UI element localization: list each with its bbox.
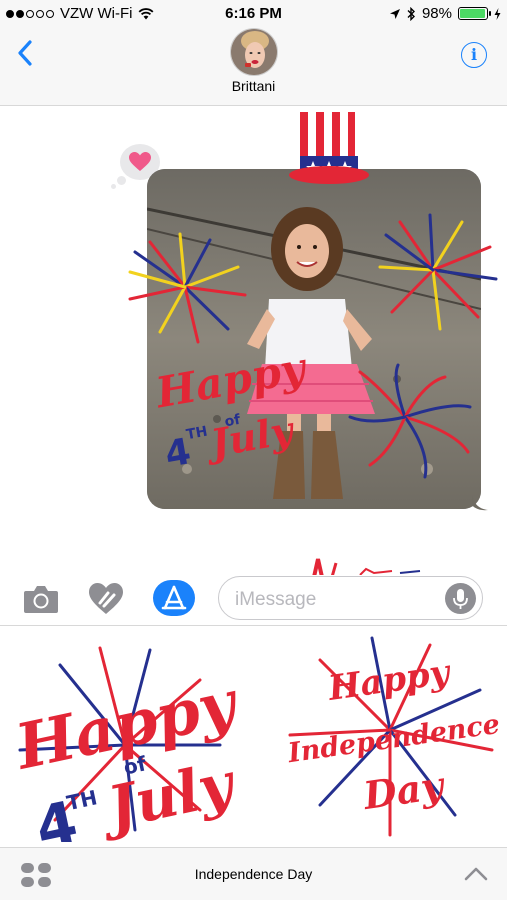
app-name-label: Independence Day	[194, 866, 313, 882]
bluetooth-icon	[407, 6, 415, 21]
app-drawer-bar: Independence Day	[0, 847, 507, 900]
contact-avatar[interactable]	[230, 28, 278, 76]
battery-icon	[458, 7, 491, 20]
microphone-button[interactable]	[445, 583, 476, 614]
back-chevron-icon[interactable]	[14, 38, 38, 68]
bubble-tail	[472, 495, 488, 511]
app-store-button[interactable]	[153, 580, 195, 616]
status-bar: VZW Wi-Fi 6:16 PM 98%	[0, 0, 507, 28]
camera-icon[interactable]	[22, 583, 60, 615]
battery-percent: 98%	[421, 5, 452, 22]
digital-touch-icon[interactable]	[88, 581, 124, 617]
charging-bolt-icon	[494, 7, 501, 20]
imessage-placeholder: iMessage	[235, 589, 317, 610]
next-message-sticker-peek	[312, 558, 421, 575]
message-thread[interactable]: Happy of 4 TH July	[0, 107, 507, 575]
happy-independence-day-drawer-sticker[interactable]: Happy Independence Day	[280, 630, 500, 842]
status-right-group: 98%	[389, 5, 501, 22]
avatar-photo	[231, 29, 277, 75]
photo-message[interactable]	[147, 169, 481, 509]
app-store-icon	[161, 585, 187, 610]
drawer-text-independence: Independence	[285, 709, 500, 770]
contact-name[interactable]: Brittani	[0, 78, 507, 94]
photo-image	[147, 169, 481, 509]
drawer-text-happy-2: Happy	[325, 652, 454, 709]
compose-bar: iMessage	[0, 575, 507, 625]
microphone-icon	[453, 589, 468, 609]
sticker-drawer[interactable]: Happy of 4 TH July Happy Independence Da…	[0, 625, 507, 847]
happy-4th-july-drawer-sticker[interactable]: Happy of 4 TH July	[0, 630, 240, 842]
tapback-tail	[117, 176, 126, 185]
heart-icon	[129, 152, 151, 171]
drawer-text-th: TH	[65, 785, 100, 815]
tapback-tail-small	[111, 184, 116, 189]
drawer-text-day: Day	[360, 762, 449, 818]
location-arrow-icon	[389, 8, 400, 19]
imessage-input[interactable]: iMessage	[218, 576, 483, 620]
chevron-up-icon[interactable]	[463, 864, 489, 882]
conversation-header: Brittani i	[0, 28, 507, 106]
info-button[interactable]: i	[461, 42, 487, 68]
